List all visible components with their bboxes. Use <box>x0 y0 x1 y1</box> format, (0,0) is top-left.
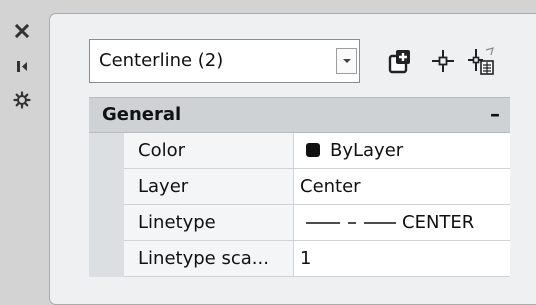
close-palette-button[interactable] <box>10 19 34 43</box>
property-value-linetype[interactable]: CENTER <box>294 205 510 241</box>
palette-title-strip <box>0 0 48 289</box>
settings-icon <box>13 91 31 109</box>
property-row-layer[interactable]: Layer Center <box>89 169 510 205</box>
property-row-color[interactable]: Color ByLayer <box>89 133 510 169</box>
quick-select-button[interactable] <box>466 44 496 78</box>
object-type-dropdown[interactable]: Centerline (2) <box>89 39 360 83</box>
property-row-linetype[interactable]: Linetype CENTER <box>89 205 510 241</box>
collapse-button[interactable]: – <box>490 98 500 130</box>
quick-select-icon <box>468 47 494 75</box>
toggle-pickadd-button[interactable] <box>385 44 415 78</box>
properties-menu-button[interactable] <box>10 88 34 112</box>
auto-hide-button[interactable] <box>10 54 34 78</box>
linetype-value-text: CENTER <box>402 212 475 233</box>
color-swatch <box>306 143 320 157</box>
section-title: General <box>102 104 182 125</box>
dropdown-arrow-button[interactable] <box>336 48 357 74</box>
property-value-linetype-scale[interactable]: 1 <box>294 241 510 277</box>
color-value-text: ByLayer <box>330 140 404 161</box>
property-label: Layer <box>124 169 294 205</box>
auto-hide-icon <box>17 61 27 72</box>
property-value-layer[interactable]: Center <box>294 169 510 205</box>
object-type-value: Centerline (2) <box>99 50 224 71</box>
chevron-down-icon <box>342 59 351 63</box>
select-objects-button[interactable] <box>428 44 458 78</box>
property-label: Color <box>124 133 294 169</box>
toggle-pickadd-icon <box>388 50 410 74</box>
close-icon <box>14 23 30 39</box>
select-objects-icon <box>432 50 454 72</box>
property-value-color[interactable]: ByLayer <box>294 133 510 169</box>
section-general-header[interactable]: General – <box>89 97 510 133</box>
property-label: Linetype <box>124 205 294 241</box>
linetype-preview-icon <box>306 222 396 224</box>
property-label: Linetype sca... <box>124 241 294 277</box>
property-grid: General – Color ByLayer Layer Center Lin… <box>89 97 510 277</box>
property-row-linetype-scale[interactable]: Linetype sca... 1 <box>89 241 510 277</box>
